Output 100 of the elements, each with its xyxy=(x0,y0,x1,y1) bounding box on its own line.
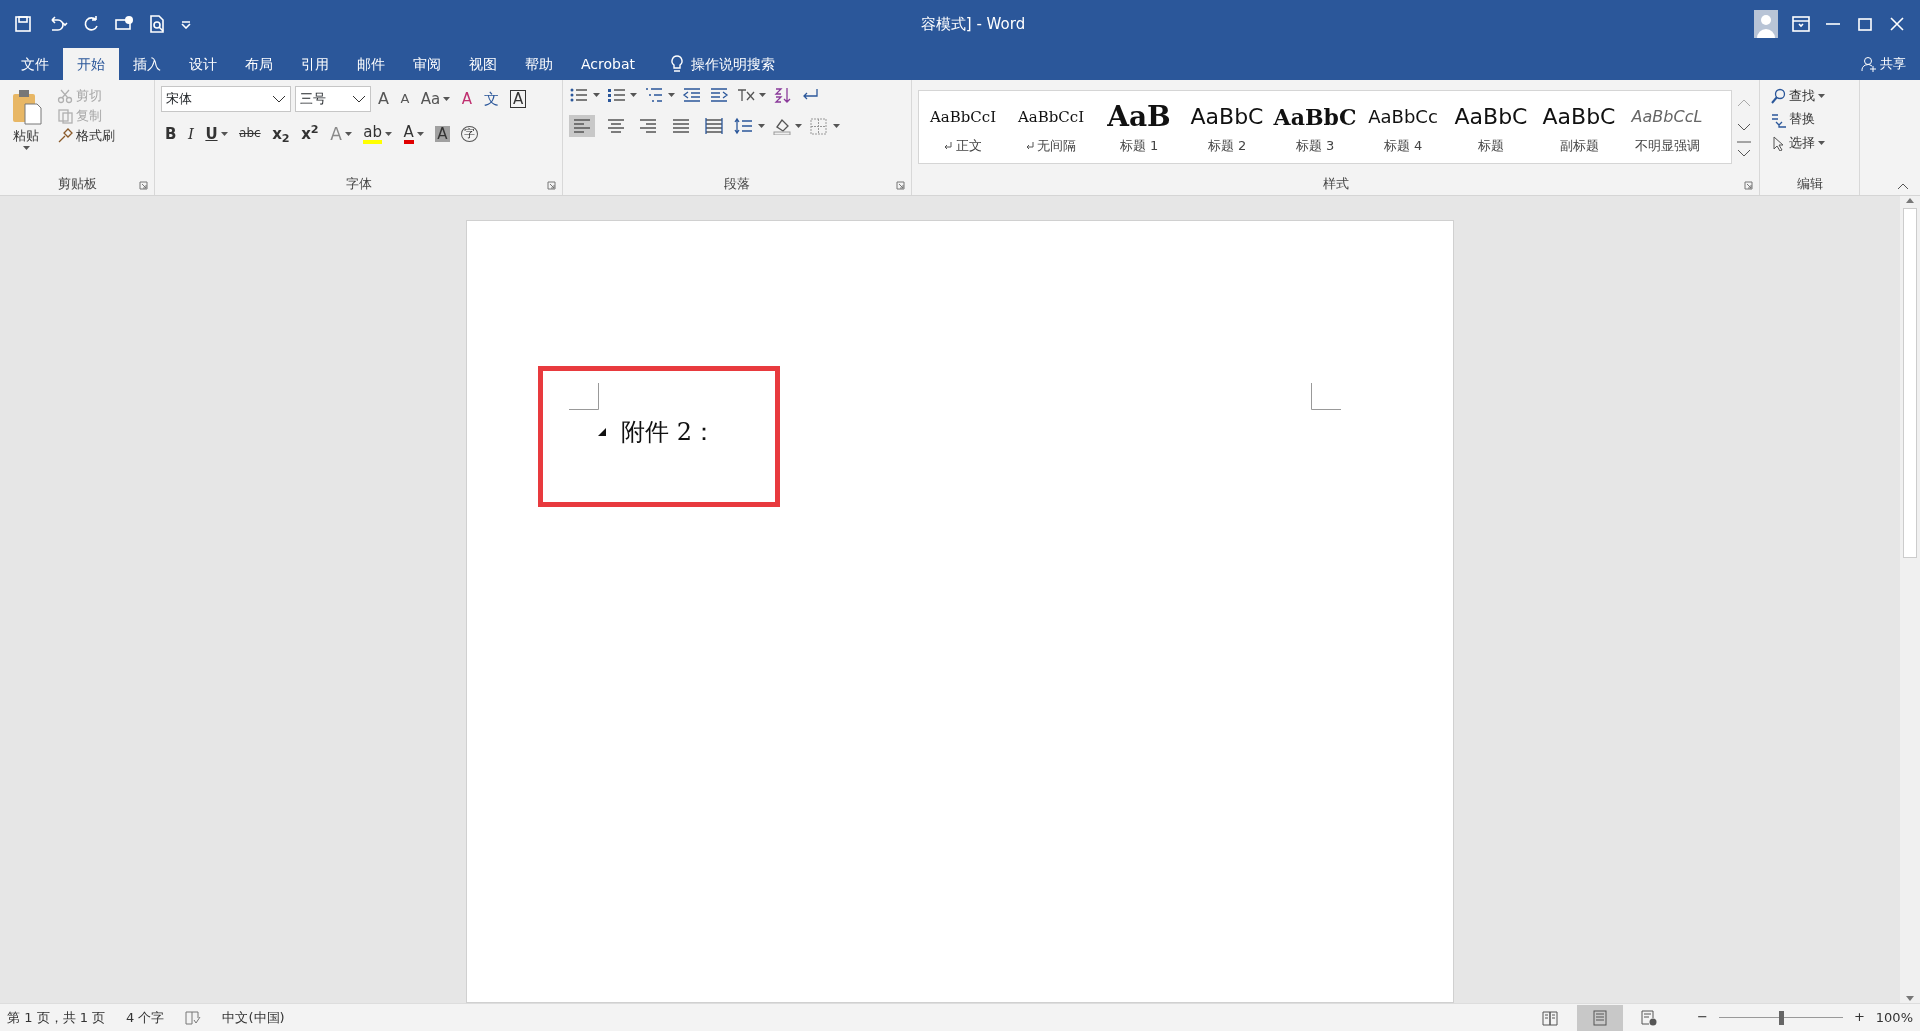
multilevel-list-icon[interactable] xyxy=(644,86,664,104)
caret-icon xyxy=(220,132,228,136)
cut-icon xyxy=(57,88,73,104)
align-left-button[interactable] xyxy=(569,114,595,137)
ribbon-tab[interactable]: 文件 xyxy=(7,48,63,80)
ribbon-tab[interactable]: Acrobat xyxy=(567,48,649,80)
view-icon xyxy=(1640,1008,1658,1027)
font-format-button[interactable]: A xyxy=(399,122,428,146)
caret-icon xyxy=(759,93,766,97)
font-format-button[interactable]: U xyxy=(201,123,232,145)
style-item[interactable]: AaBbCcI 正文 xyxy=(919,90,1007,163)
select-icon xyxy=(1770,135,1786,151)
font-format-button[interactable]: Aa xyxy=(416,88,455,110)
editing-button[interactable]: 替换 xyxy=(1766,109,1853,130)
tell-me-search[interactable]: 操作说明搜索 xyxy=(656,48,789,80)
align-icon xyxy=(639,116,657,135)
caret-icon xyxy=(832,123,840,128)
ribbon-tab[interactable]: 设计 xyxy=(175,48,231,80)
redo-icon[interactable] xyxy=(82,15,100,33)
page-count[interactable]: 第 1 页，共 1 页 xyxy=(7,1007,106,1028)
dialog-launcher-icon[interactable] xyxy=(139,181,148,190)
corner-mark xyxy=(569,383,599,410)
font-name-field[interactable]: 宋体 xyxy=(161,86,291,112)
dialog-launcher-icon[interactable] xyxy=(547,181,556,190)
font-format-button[interactable]: A xyxy=(396,89,414,109)
font-format-button[interactable]: B xyxy=(161,123,181,145)
bullet-list-icon[interactable] xyxy=(569,86,589,104)
font-format-button[interactable]: A xyxy=(457,88,477,110)
style-item[interactable]: AaBbC 副标题 xyxy=(1535,90,1623,163)
scroll-thumb[interactable] xyxy=(1903,208,1917,558)
ribbon-tab[interactable]: 邮件 xyxy=(343,48,399,80)
group-label: 剪贴板 xyxy=(57,174,97,193)
line-spacing-icon[interactable] xyxy=(734,116,754,135)
style-item[interactable]: AaB 标题 1 xyxy=(1095,90,1183,163)
zoom-out-button[interactable]: − xyxy=(1693,1008,1712,1027)
share-button[interactable]: 共享 xyxy=(1846,48,1920,80)
ribbon-tab[interactable]: 开始 xyxy=(63,48,119,80)
paste-button[interactable]: 粘贴 xyxy=(6,86,46,153)
scroll-up-arrow-icon[interactable] xyxy=(1905,196,1915,204)
borders-icon[interactable] xyxy=(809,116,829,135)
font-format-button[interactable]: 文 xyxy=(479,88,503,110)
style-item[interactable]: AaBbC 标题 xyxy=(1447,90,1535,163)
customize-caret-icon[interactable] xyxy=(180,19,192,29)
style-item[interactable]: AaBbC 标题 2 xyxy=(1183,90,1271,163)
scroll-down-arrow-icon[interactable] xyxy=(1905,995,1915,1003)
editing-button[interactable]: 查找 xyxy=(1766,86,1853,106)
increase-indent-icon[interactable] xyxy=(708,86,729,104)
caret-icon xyxy=(22,146,30,151)
dialog-launcher-icon[interactable] xyxy=(1744,181,1753,190)
decrease-indent-icon[interactable] xyxy=(681,86,702,104)
font-format-button[interactable]: x$_{2}$ xyxy=(268,123,294,145)
ribbon-tab[interactable]: 布局 xyxy=(231,48,287,80)
ribbon-tab[interactable]: 帮助 xyxy=(511,48,567,80)
collapse-ribbon-icon[interactable] xyxy=(1896,181,1910,191)
caret-icon xyxy=(630,93,637,97)
ribbon-tab[interactable]: 插入 xyxy=(119,48,175,80)
print-preview-icon[interactable] xyxy=(148,14,166,34)
numbered-list-icon[interactable] xyxy=(606,86,627,104)
vertical-scrollbar[interactable] xyxy=(1900,196,1920,1003)
font-size-field[interactable]: 三号 xyxy=(294,86,371,112)
dialog-launcher-icon[interactable] xyxy=(896,181,905,190)
touch-mode-icon[interactable] xyxy=(114,15,134,33)
close-icon[interactable] xyxy=(1888,16,1906,32)
editing-button[interactable]: 选择 xyxy=(1766,133,1853,153)
font-format-button[interactable]: x$^{2}$ xyxy=(297,123,323,145)
style-item[interactable]: AaBbCcL 不明显强调 xyxy=(1623,90,1711,163)
caret-icon xyxy=(592,93,600,97)
view-icon xyxy=(1590,1008,1609,1027)
clipboard-item[interactable]: 格式刷 xyxy=(53,126,119,146)
group-label: 编辑 xyxy=(1796,174,1823,193)
sort-icon[interactable] xyxy=(773,86,793,104)
view-icon xyxy=(1541,1008,1559,1027)
style-item[interactable]: AaBbC 标题 3 xyxy=(1271,90,1359,163)
ribbon-display-icon[interactable] xyxy=(1792,16,1810,32)
caret-icon xyxy=(757,123,765,128)
ribbon-tab[interactable]: 视图 xyxy=(455,48,511,80)
lightbulb-icon xyxy=(670,54,684,74)
view-print-button[interactable] xyxy=(1576,1004,1623,1031)
ribbon-tab[interactable]: 引用 xyxy=(287,48,343,80)
caret-icon xyxy=(667,93,675,97)
zoom-percent[interactable]: 100% xyxy=(1875,1007,1913,1028)
group-label: 段落 xyxy=(724,174,750,193)
font-format-button[interactable]: abc xyxy=(235,125,265,143)
caret-icon xyxy=(385,132,393,136)
style-item[interactable]: AaBbCc 标题 4 xyxy=(1359,90,1447,163)
language-status[interactable]: 中文(中国) xyxy=(222,1007,285,1028)
save-icon[interactable] xyxy=(14,15,32,33)
ribbon-tab[interactable]: 审阅 xyxy=(399,48,455,80)
replace-icon xyxy=(1770,111,1786,128)
zoom-in-button[interactable]: + xyxy=(1849,1008,1869,1027)
font-format-button[interactable]: I xyxy=(183,123,198,145)
slider-thumb[interactable] xyxy=(1778,1010,1784,1025)
collapse-triangle-icon[interactable] xyxy=(597,427,607,437)
maximize-icon[interactable] xyxy=(1856,16,1874,32)
font-format-button[interactable]: ab xyxy=(359,122,397,146)
proofing-icon[interactable] xyxy=(185,1010,202,1025)
style-item[interactable]: AaBbCcI 无间隔 xyxy=(1007,90,1095,163)
word-count[interactable]: 4 个字 xyxy=(126,1007,165,1028)
chevron-icon xyxy=(351,94,366,104)
font-format-button[interactable]: A xyxy=(374,88,393,110)
